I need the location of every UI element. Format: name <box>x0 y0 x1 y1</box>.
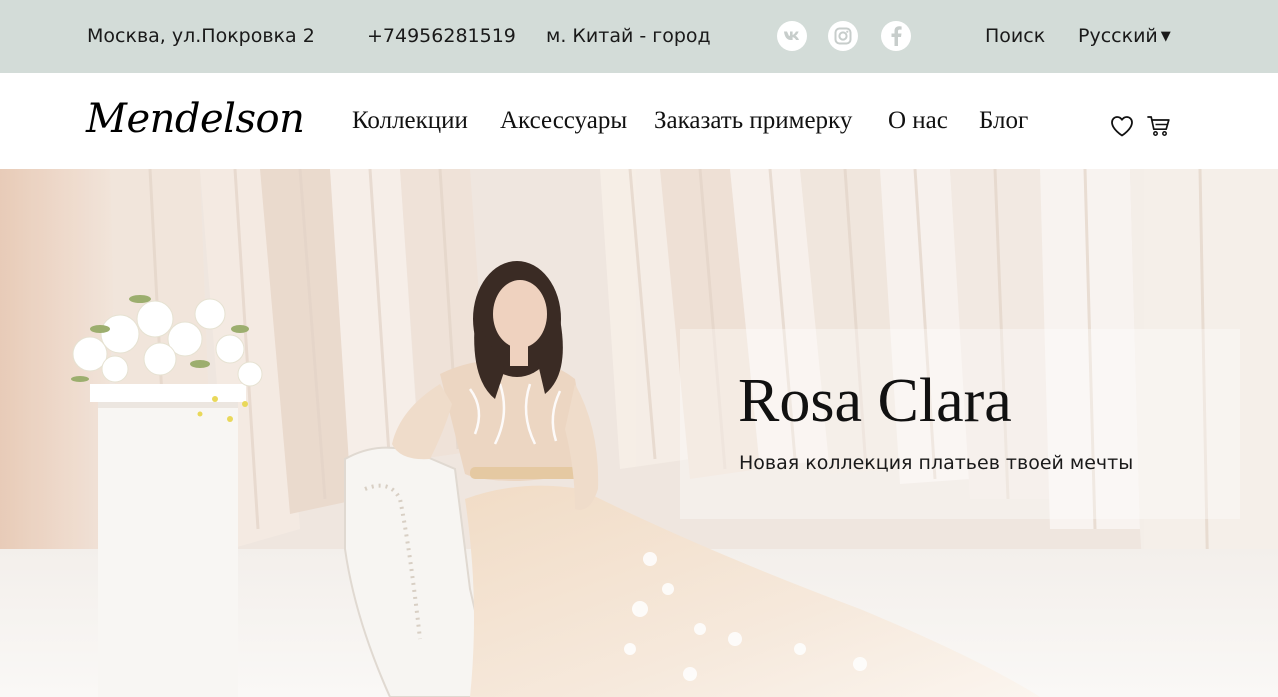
nav-book-fitting[interactable]: Заказать примерку <box>654 106 852 136</box>
metro-text: м. Китай - город <box>546 25 711 47</box>
address-text: Москва, ул.Покровка 2 <box>87 25 315 47</box>
hero-title: Rosa Clara <box>738 367 1012 435</box>
top-info-bar: Москва, ул.Покровка 2 +74956281519 м. Ки… <box>0 0 1278 73</box>
nav-collections[interactable]: Коллекции <box>352 106 468 136</box>
cart-icon[interactable] <box>1146 113 1172 139</box>
search-link[interactable]: Поиск <box>985 24 1045 48</box>
language-label: Русский <box>1078 25 1158 47</box>
phone-link[interactable]: +74956281519 <box>367 24 516 48</box>
nav-about[interactable]: О нас <box>888 106 948 136</box>
language-selector[interactable]: Русский ▼ <box>1078 24 1171 51</box>
main-navbar: Mendelson Коллекции Аксессуары Заказать … <box>0 73 1278 169</box>
vk-icon[interactable] <box>777 21 807 51</box>
heart-icon[interactable] <box>1109 113 1135 139</box>
caret-down-icon: ▼ <box>1160 29 1171 44</box>
nav-accessories[interactable]: Аксессуары <box>500 106 627 136</box>
nav-blog[interactable]: Блог <box>979 106 1028 136</box>
instagram-icon[interactable] <box>828 21 858 51</box>
hero-banner: Rosa Clara Новая коллекция платьев твоей… <box>0 169 1278 697</box>
brand-logo[interactable]: Mendelson <box>86 92 305 146</box>
facebook-icon[interactable] <box>881 21 911 51</box>
hero-subtitle: Новая коллекция платьев твоей мечты <box>739 452 1134 474</box>
hero-photo <box>0 169 1278 697</box>
